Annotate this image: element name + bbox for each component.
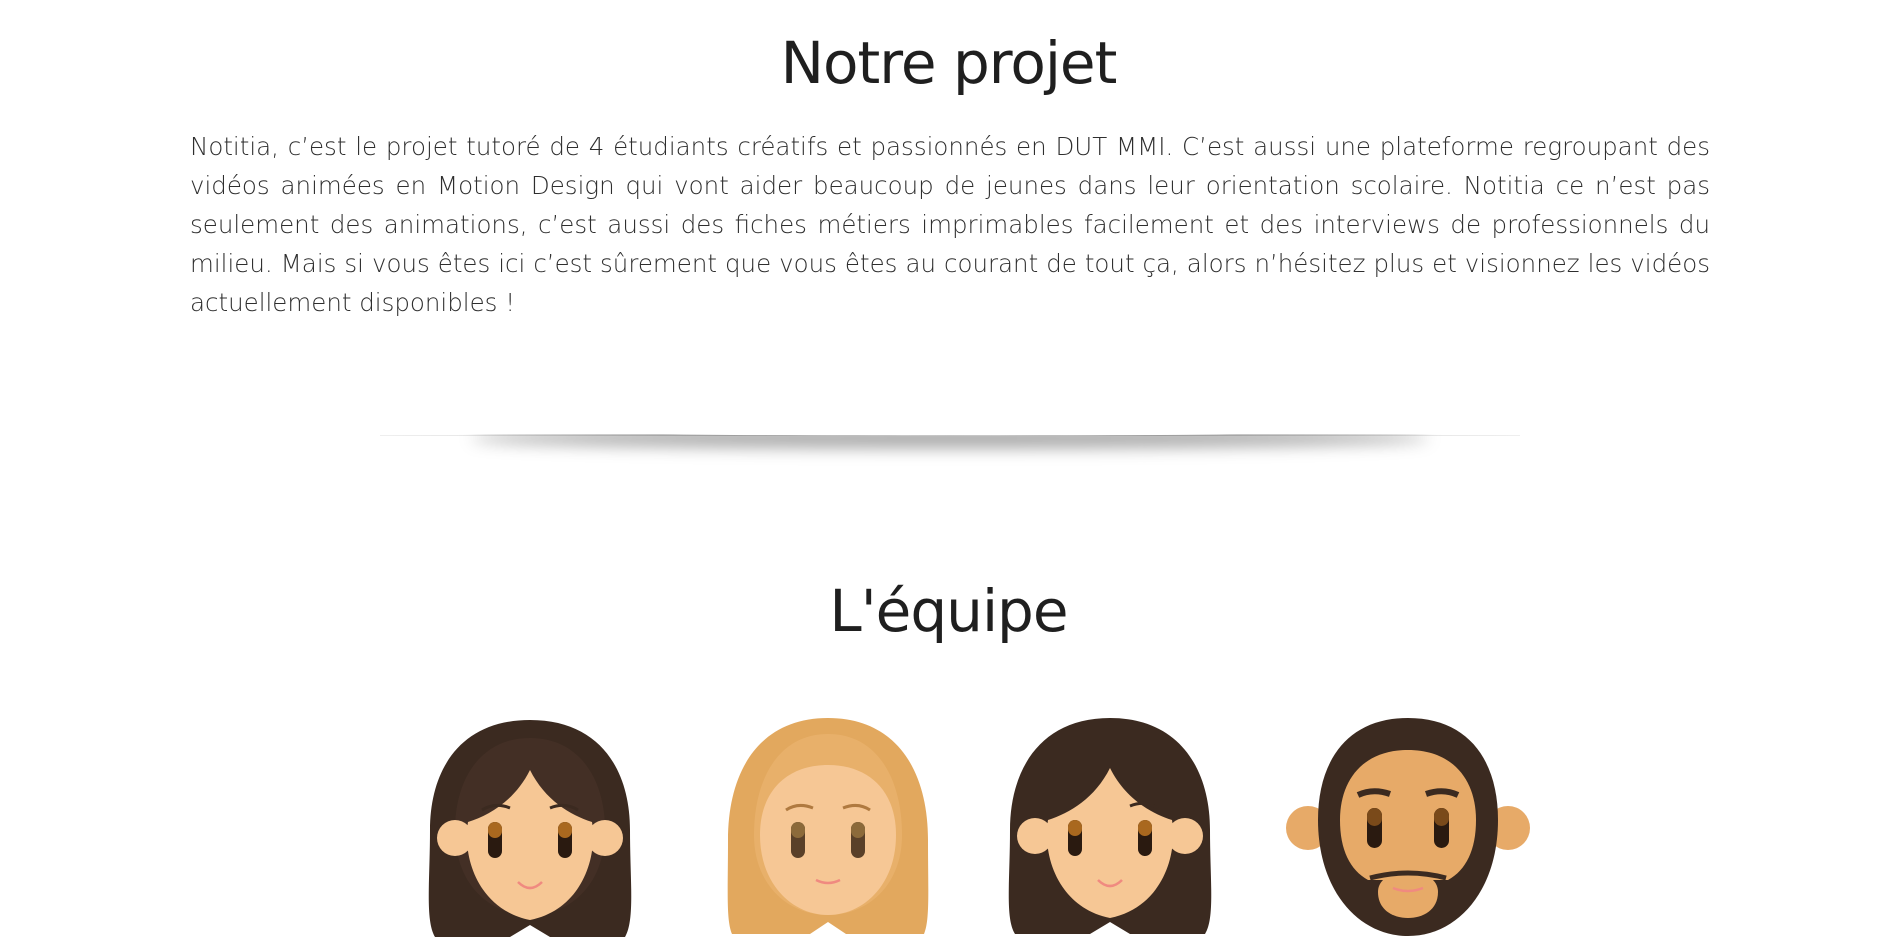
project-description: Notitia, c’est le projet tutoré de 4 étu… <box>190 132 1710 317</box>
team-member-avatar-3[interactable] <box>980 710 1240 937</box>
team-avatars <box>0 710 1897 937</box>
avatar-bearded-man-icon <box>1286 718 1530 936</box>
section-divider <box>380 434 1520 474</box>
team-member-avatar-1[interactable] <box>400 710 660 937</box>
team-member-avatar-4[interactable] <box>1278 710 1538 937</box>
section-title-equipe: L'équipe <box>829 577 1068 645</box>
avatar-dark-hair-woman-2-icon <box>1008 718 1212 934</box>
team-member-avatar-2[interactable] <box>698 710 958 937</box>
section-title-notre-projet: Notre projet <box>780 29 1118 97</box>
avatar-dark-hair-woman-icon <box>428 720 632 937</box>
avatar-blonde-hair-woman-icon <box>727 718 929 934</box>
